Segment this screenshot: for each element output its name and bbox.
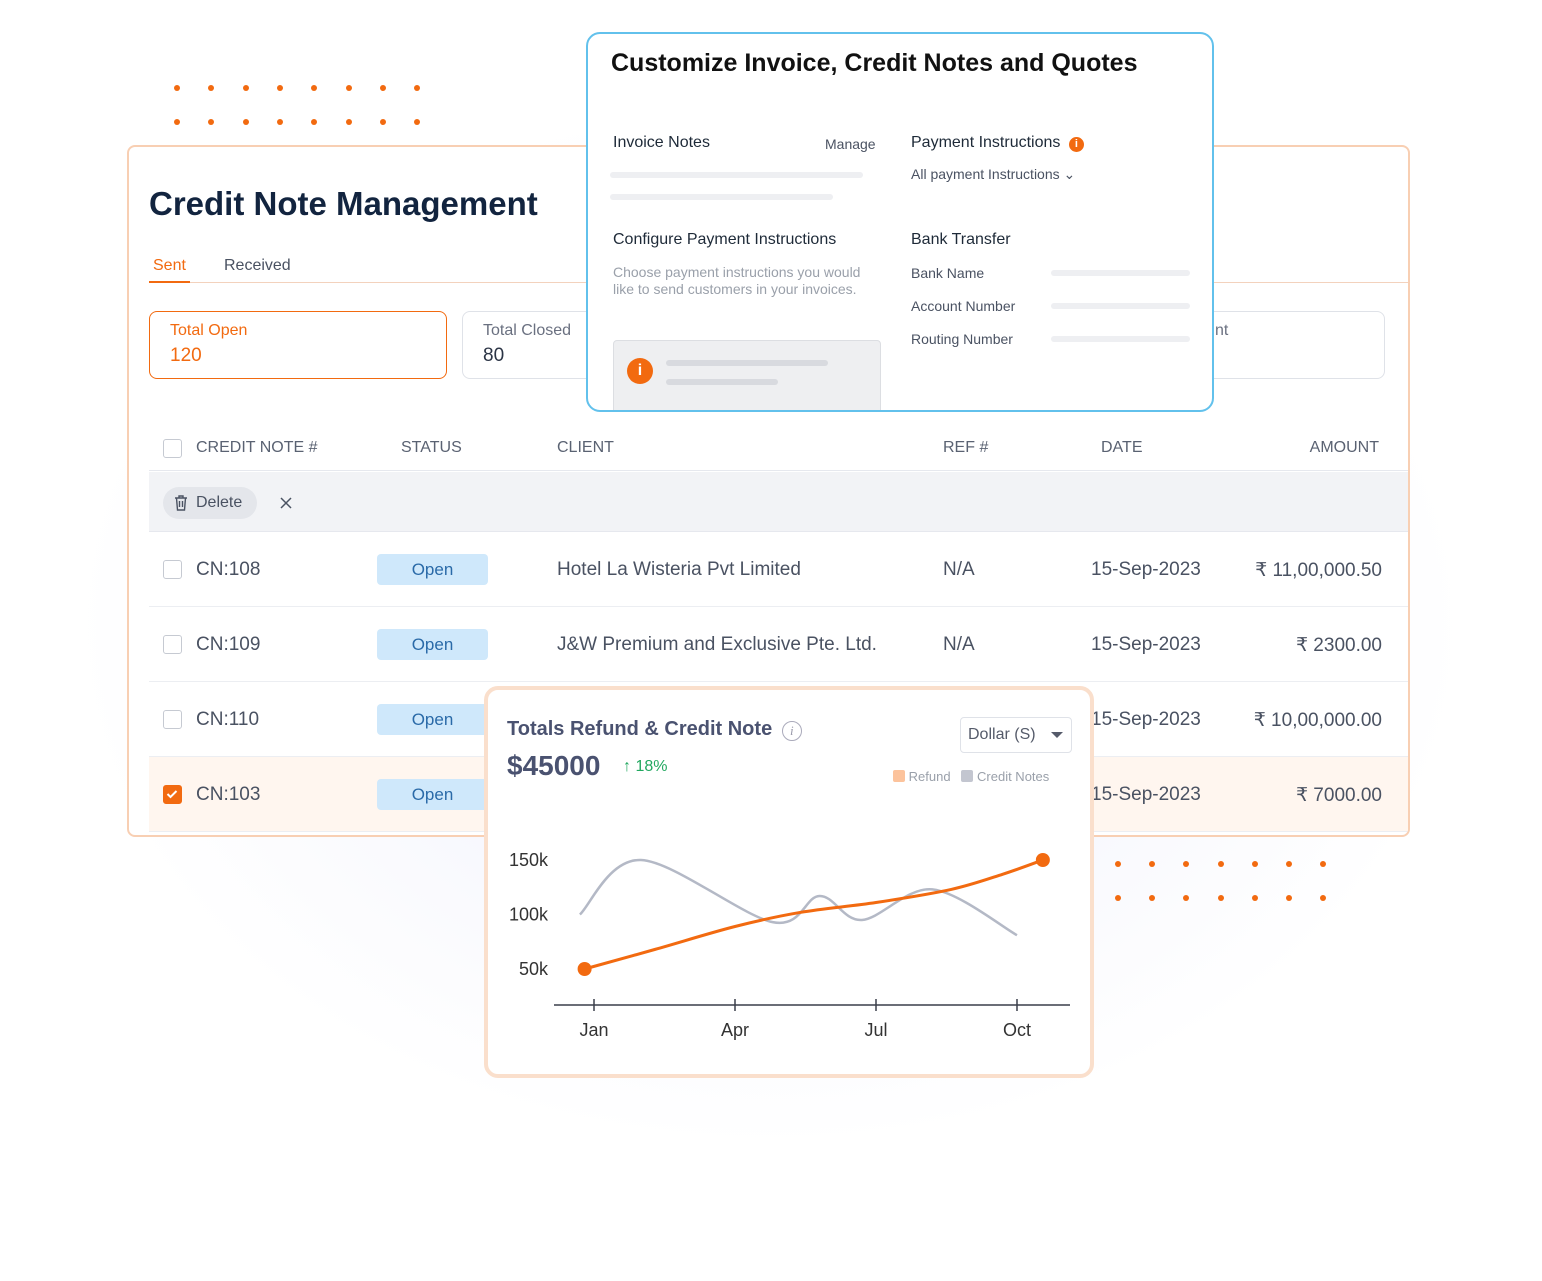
- table-row[interactable]: CN:109 Open J&W Premium and Exclusive Pt…: [149, 607, 1408, 682]
- decorative-dot: [345, 85, 352, 91]
- credit-note-id[interactable]: CN:103: [196, 784, 260, 806]
- ref-number: N/A: [943, 559, 975, 580]
- table-header: CREDIT NOTE # STATUS CLIENT REF # DATE A…: [149, 425, 1408, 471]
- placeholder-line: [610, 172, 863, 178]
- select-all-checkbox[interactable]: [163, 439, 182, 458]
- info-box: i: [613, 340, 881, 410]
- decorative-dot: [345, 119, 352, 125]
- decorative-dot: [1251, 895, 1258, 901]
- tab-received[interactable]: Received: [220, 257, 295, 281]
- bank-transfer-label: Bank Transfer: [911, 231, 1011, 248]
- decorative-dot: [311, 85, 318, 91]
- popup-title: Customize Invoice, Credit Notes and Quot…: [611, 49, 1138, 77]
- all-payment-dropdown[interactable]: All payment Instructions ⌄: [911, 166, 1075, 183]
- decorative-dot: [276, 85, 283, 91]
- decorative-dot: [208, 85, 215, 91]
- decorative-dot: [1217, 861, 1224, 867]
- ref-number: N/A: [943, 634, 975, 655]
- x-tick-label: Oct: [1003, 1020, 1031, 1040]
- col-credit-note[interactable]: CREDIT NOTE #: [196, 439, 318, 457]
- bank-name-field[interactable]: [1051, 270, 1190, 276]
- amount: ₹ 7000.00: [1295, 785, 1382, 806]
- delete-button[interactable]: Delete: [163, 487, 257, 519]
- x-tick-label: Apr: [721, 1020, 749, 1040]
- status-badge: Open: [377, 779, 488, 810]
- decorative-dot: [1286, 895, 1292, 901]
- refund-end-point: [1035, 853, 1050, 867]
- row-checkbox[interactable]: [163, 560, 182, 579]
- bank-name-label: Bank Name: [911, 265, 985, 281]
- x-tick-label: Jan: [579, 1020, 608, 1040]
- date: 15-Sep-2023: [1091, 709, 1201, 730]
- decorative-dot: [174, 119, 180, 125]
- info-icon: i: [627, 358, 653, 384]
- client-name: J&W Premium and Exclusive Pte. Ltd.: [557, 634, 877, 655]
- table-row[interactable]: CN:108 Open Hotel La Wisteria Pvt Limite…: [149, 532, 1408, 607]
- decorative-dot: [1286, 861, 1292, 867]
- amount: ₹ 10,00,000.00: [1253, 710, 1382, 731]
- decorative-dot: [379, 119, 386, 125]
- series-line-refund: [584, 858, 1044, 971]
- tab-sent[interactable]: Sent: [149, 257, 190, 283]
- chevron-down-icon: ⌄: [1063, 166, 1076, 182]
- amount: ₹ 11,00,000.50: [1255, 560, 1382, 581]
- routing-number-label: Routing Number: [911, 331, 1013, 347]
- credit-note-id[interactable]: CN:109: [196, 634, 260, 656]
- series-line-credit-notes: [578, 858, 1018, 937]
- y-tick-label: 50k: [519, 959, 549, 979]
- date: 15-Sep-2023: [1091, 559, 1201, 580]
- configure-label: Configure Payment Instructions: [613, 231, 837, 248]
- row-checkbox[interactable]: [163, 785, 182, 804]
- row-checkbox[interactable]: [163, 710, 182, 729]
- decorative-dot: [242, 119, 249, 125]
- trash-icon: [175, 495, 187, 511]
- credit-note-id[interactable]: CN:110: [196, 709, 259, 731]
- decorative-dot: [1115, 861, 1121, 867]
- status-badge: Open: [377, 704, 488, 735]
- customize-popup: Customize Invoice, Credit Notes and Quot…: [586, 32, 1214, 412]
- invoice-notes-label: Invoice Notes: [613, 134, 710, 151]
- account-number-field[interactable]: [1051, 303, 1190, 309]
- info-icon: i: [1068, 137, 1084, 152]
- decorative-dot: [1251, 861, 1258, 867]
- client-name: Hotel La Wisteria Pvt Limited: [557, 559, 801, 580]
- stat-total-open[interactable]: Total Open 120: [149, 311, 447, 379]
- col-amount[interactable]: AMOUNT: [1310, 439, 1379, 457]
- check-icon: [166, 790, 178, 799]
- amount: ₹ 2300.00: [1295, 635, 1382, 656]
- col-client[interactable]: CLIENT: [557, 439, 614, 457]
- page-title: Credit Note Management: [149, 185, 538, 222]
- routing-number-field[interactable]: [1051, 336, 1190, 342]
- account-number-label: Account Number: [911, 298, 1016, 314]
- col-ref[interactable]: REF #: [943, 439, 988, 457]
- x-tick-label: Jul: [864, 1020, 887, 1040]
- date: 15-Sep-2023: [1091, 634, 1201, 655]
- refund-start-point: [577, 962, 592, 976]
- payment-instructions-label: Payment Instructions i: [911, 134, 1084, 152]
- col-status[interactable]: STATUS: [401, 439, 462, 457]
- y-tick-label: 150k: [509, 850, 549, 870]
- decorative-dot: [1217, 895, 1224, 901]
- y-tick-label: 100k: [509, 905, 549, 925]
- configure-desc: Choose payment instructions you would li…: [613, 264, 861, 297]
- bulk-actions-bar: Delete: [149, 472, 1408, 532]
- col-date[interactable]: DATE: [1101, 439, 1142, 457]
- decorative-dot: [276, 119, 283, 125]
- line-chart: Jan Apr Jul Oct 50k 100k 150k: [509, 850, 1070, 1040]
- manage-link[interactable]: Manage: [825, 136, 876, 152]
- row-checkbox[interactable]: [163, 635, 182, 654]
- decorative-dot: [379, 85, 386, 91]
- date: 15-Sep-2023: [1091, 784, 1201, 805]
- status-badge: Open: [377, 629, 488, 660]
- refund-chart-card: Totals Refund & Credit Note i $45000 ↑ 1…: [484, 686, 1094, 1078]
- status-badge: Open: [377, 554, 488, 585]
- decorative-dot: [1115, 895, 1121, 901]
- placeholder-line: [610, 194, 833, 200]
- decorative-dot: [242, 85, 249, 91]
- credit-note-id[interactable]: CN:108: [196, 559, 260, 581]
- decorative-dot: [414, 85, 421, 91]
- decorative-dot: [174, 85, 180, 91]
- close-icon[interactable]: [279, 496, 293, 510]
